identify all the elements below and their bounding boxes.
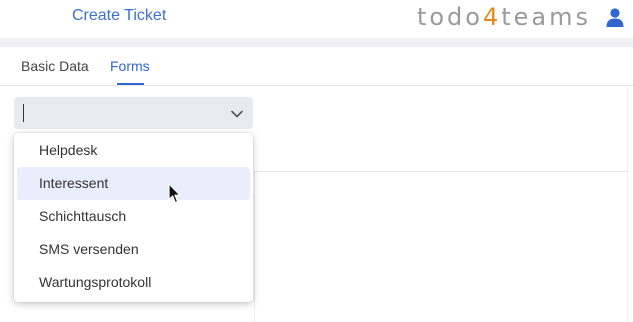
brand-logo: todo4teams	[417, 3, 591, 31]
option-label: Helpdesk	[39, 142, 98, 158]
brand-prefix: todo	[416, 3, 483, 31]
option-label: Interessent	[39, 175, 109, 191]
brand-accent: 4	[482, 3, 502, 31]
brand-suffix: teams	[501, 3, 591, 31]
tab-forms[interactable]: Forms	[110, 58, 150, 74]
page: Create Ticket todo4teams Basic Data Form…	[0, 0, 633, 322]
panel-edge	[627, 86, 628, 322]
user-icon[interactable]	[605, 7, 625, 27]
active-tab-indicator	[117, 83, 144, 85]
text-caret	[23, 104, 24, 122]
option-wartungsprotokoll[interactable]: Wartungsprotokoll	[17, 266, 250, 299]
option-interessent[interactable]: Interessent	[17, 167, 250, 200]
form-select[interactable]	[14, 97, 253, 129]
tab-bar: Basic Data Forms	[0, 47, 633, 86]
option-label: Wartungsprotokoll	[39, 274, 152, 290]
mouse-pointer-icon	[168, 183, 182, 205]
header: Create Ticket todo4teams	[0, 0, 633, 38]
option-sms-versenden[interactable]: SMS versenden	[17, 233, 250, 266]
chevron-down-icon[interactable]	[230, 107, 244, 119]
option-label: Schichttausch	[39, 208, 127, 224]
create-ticket-link[interactable]: Create Ticket	[72, 7, 166, 25]
option-schichttausch[interactable]: Schichttausch	[17, 200, 250, 233]
option-label: SMS versenden	[39, 241, 139, 257]
tab-basic-data[interactable]: Basic Data	[21, 58, 89, 74]
option-helpdesk[interactable]: Helpdesk	[17, 134, 250, 167]
content-panel	[254, 171, 629, 322]
header-divider-band	[0, 38, 633, 47]
dropdown-menu: Helpdesk Interessent Schichttausch SMS v…	[14, 133, 253, 302]
